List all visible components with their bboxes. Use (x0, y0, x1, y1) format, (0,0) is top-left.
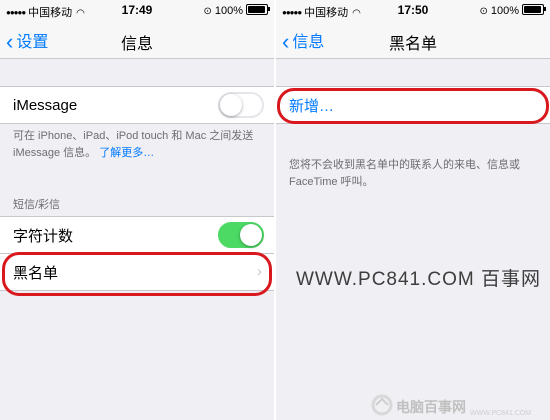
battery-indicator: ⊙ 100% (203, 4, 270, 17)
imessage-toggle[interactable] (218, 92, 264, 118)
watermark-text: WWW.PC841.COM 百事网 (296, 269, 542, 290)
site-logo-url: WWW.PC841.COM (470, 410, 532, 417)
character-count-row: 字符计数 (0, 217, 274, 253)
blacklist-screen: ●●●●● 中国移动 ◠ 17:50 ⊙ 100% ‹ 信息 黑名单 新增… 您将不会收… (276, 0, 550, 420)
rotation-lock-icon: ⊙ (203, 6, 212, 17)
character-count-label: 字符计数 (13, 227, 74, 245)
blacklist-row[interactable]: 黑名单 › (0, 253, 274, 290)
page-title: 黑名单 (388, 36, 437, 53)
add-new-row[interactable]: 新增… (276, 87, 550, 123)
page-title: 信息 (120, 36, 153, 53)
site-logo-name: 电脑百事网 (396, 399, 466, 415)
sms-section-header: 短信/彩信 (13, 199, 61, 211)
character-count-toggle[interactable] (218, 222, 264, 248)
battery-icon (522, 4, 546, 15)
navigation-bar: ‹ 设置 信息 (0, 20, 274, 59)
navigation-bar: ‹ 信息 黑名单 (276, 20, 550, 59)
add-new-group: 新增… (276, 86, 550, 124)
imessage-label: iMessage (13, 96, 78, 114)
blacklist-label: 黑名单 (13, 264, 59, 282)
imessage-row: iMessage (0, 87, 274, 123)
rotation-lock-icon: ⊙ (479, 6, 488, 17)
add-new-link[interactable]: 新增… (289, 95, 334, 116)
learn-more-link[interactable]: 了解更多… (99, 147, 154, 159)
blacklist-footnote: 您将不会收到黑名单中的联系人的来电、信息或 FaceTime 呼叫。 (289, 159, 520, 188)
battery-icon (246, 4, 270, 15)
toggle-knob (220, 94, 242, 116)
imessage-group: iMessage (0, 86, 274, 124)
chevron-right-icon: › (257, 263, 262, 280)
sms-group: 字符计数 黑名单 › (0, 216, 274, 291)
imessage-footnote: 可在 iPhone、iPad、iPod touch 和 Mac 之间发送 iMe… (13, 130, 254, 159)
status-bar: ●●●●● 中国移动 ◠ 17:50 ⊙ 100% (276, 0, 550, 20)
battery-indicator: ⊙ 100% (479, 4, 546, 17)
status-bar: ●●●●● 中国移动 ◠ 17:49 ⊙ 100% (0, 0, 274, 20)
toggle-knob (240, 224, 262, 246)
messages-settings-screen: ●●●●● 中国移动 ◠ 17:49 ⊙ 100% ‹ 设置 信息 iMessage 可… (0, 0, 274, 420)
